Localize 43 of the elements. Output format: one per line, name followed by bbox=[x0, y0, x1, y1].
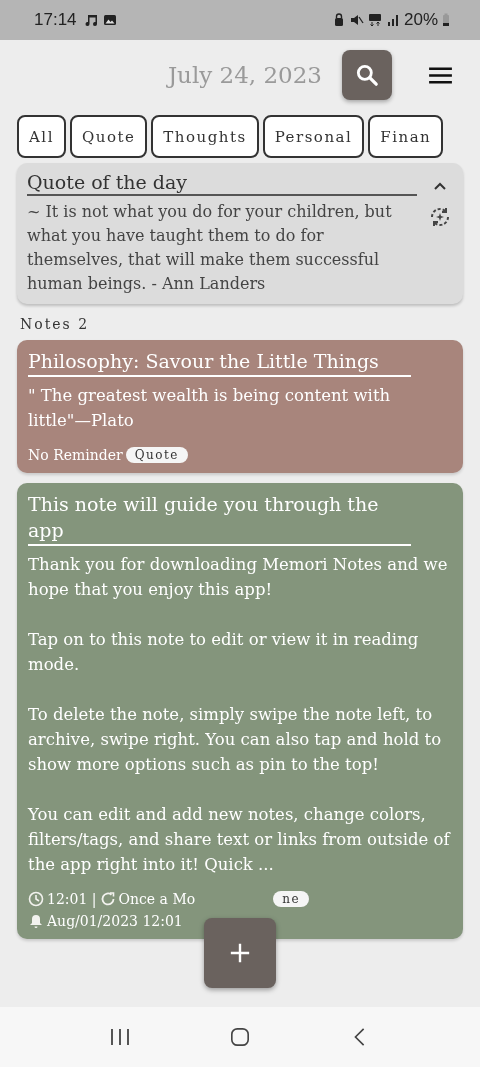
note-text: You can edit and add new notes, change colors, filters/tags, and share text or links from outside of the app right into it! Quick ... bbox=[28, 804, 452, 876]
repeat-icon bbox=[99, 891, 116, 907]
home-icon[interactable] bbox=[229, 1027, 251, 1047]
clock-icon bbox=[28, 891, 44, 907]
note-text: " The greatest wealth is being content with little"—Plato bbox=[28, 385, 392, 432]
reminder-text: Aug/01/2023 12:01 bbox=[47, 913, 183, 929]
note-title: This note will guide you through the app bbox=[28, 491, 411, 546]
image-icon bbox=[102, 13, 117, 27]
note-card[interactable] bbox=[17, 483, 463, 939]
date-title: July 24, 2023 bbox=[167, 62, 322, 88]
filter-tab[interactable]: Thoughts bbox=[151, 115, 259, 158]
note-card[interactable]: Philosophy: Savour the Little Things " The greatest wealth is being content with little"—Plato No Reminder Quote bbox=[17, 340, 463, 473]
refresh-icon[interactable] bbox=[428, 205, 452, 229]
note-text: To delete the note, simply swipe the note left, to archive, swipe right. You can also tap and hold to show more options such as pin to the top! bbox=[28, 704, 443, 776]
filter-tab[interactable]: Quote bbox=[69, 115, 148, 158]
search-button[interactable] bbox=[342, 50, 392, 100]
filter-tab[interactable]: Personal bbox=[262, 115, 365, 158]
status-time: 17:14 bbox=[34, 10, 77, 30]
filter-tab[interactable]: Finan bbox=[368, 115, 444, 158]
menu-icon[interactable] bbox=[428, 65, 453, 85]
tag-label: ne bbox=[273, 891, 309, 907]
tag-label: Quote bbox=[125, 447, 188, 463]
reminder-text: No Reminder bbox=[28, 447, 123, 463]
mute-icon bbox=[349, 13, 364, 27]
quote-text: ~ It is not what you do for your children, but what you have taught them to do for themselves, that will make them successful human beings. - Ann Landers bbox=[27, 201, 393, 295]
note-text: Thank you for downloading Memori Notes and we hope that you enjoy this app! bbox=[28, 554, 449, 601]
time-text: 12:01 | bbox=[47, 891, 97, 907]
battery-level: 20% bbox=[403, 10, 438, 30]
bell-icon bbox=[28, 913, 44, 929]
search-icon bbox=[354, 62, 380, 88]
network-icon bbox=[367, 13, 382, 27]
quote-title: Quote of the day bbox=[27, 171, 417, 196]
signal-icon bbox=[385, 13, 400, 27]
repeat-text: Once a Mo bbox=[118, 891, 196, 907]
note-text: Tap on to this note to edit or view it in reading mode. bbox=[28, 629, 420, 676]
battery-icon bbox=[442, 13, 450, 27]
collapse-icon[interactable] bbox=[433, 181, 447, 191]
music-icon bbox=[84, 13, 99, 27]
note-title: Philosophy: Savour the Little Things bbox=[28, 348, 411, 377]
notes-count: Notes 2 bbox=[20, 316, 91, 332]
plus-icon bbox=[229, 942, 251, 964]
filter-tab[interactable]: All bbox=[17, 115, 66, 158]
recent-apps-icon[interactable] bbox=[109, 1027, 131, 1047]
